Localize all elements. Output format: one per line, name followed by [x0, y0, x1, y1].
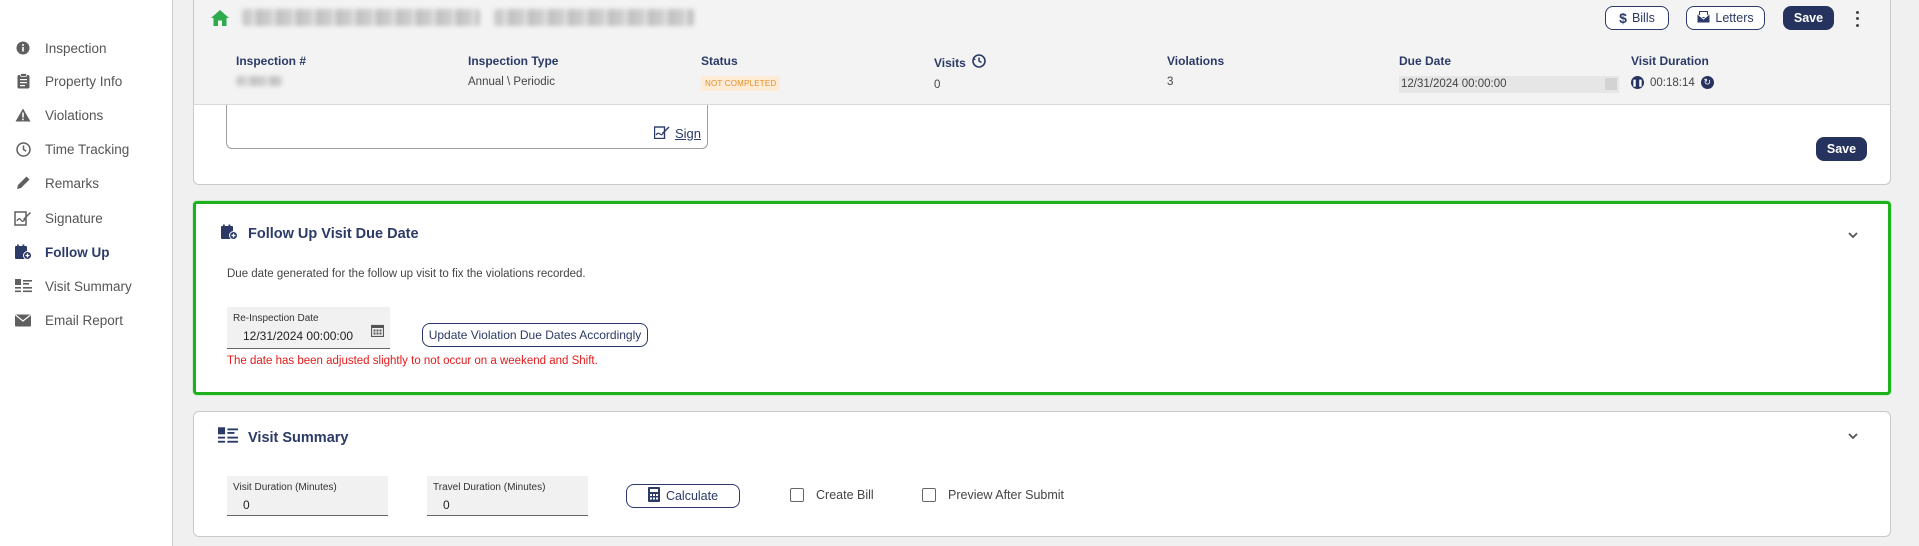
inspection-header: $ Bills Letters Save Inspection # Inspec…	[193, 0, 1891, 105]
reset-icon[interactable]: ↻	[1700, 76, 1714, 89]
sidebar-item-remarks[interactable]: Remarks	[14, 171, 99, 195]
inspection-number: Inspection #	[236, 54, 306, 100]
home-icon[interactable]	[210, 9, 230, 27]
chevron-down-icon[interactable]	[1846, 429, 1860, 443]
sidebar-item-label: Property Info	[45, 73, 123, 89]
update-violation-due-dates-button[interactable]: Update Violation Due Dates Accordingly	[422, 323, 648, 347]
signature-save-button[interactable]: Save	[1816, 137, 1867, 161]
create-bill-checkbox[interactable]: Create Bill	[790, 488, 874, 502]
sidebar-item-inspection[interactable]: Inspection	[14, 36, 107, 60]
visits-count: Visits 0	[934, 54, 986, 100]
due-date: Due Date 12/31/2024 00:00:00	[1399, 54, 1619, 100]
status-badge: NOT COMPLETED	[701, 76, 781, 91]
signature-icon	[14, 209, 32, 227]
sidebar-item-property-info[interactable]: Property Info	[14, 69, 122, 93]
list-icon	[14, 277, 32, 295]
due-date-field: 12/31/2024 00:00:00	[1399, 76, 1619, 93]
clock-icon	[14, 140, 32, 158]
calendar-plus-icon	[220, 224, 238, 244]
preview-after-submit-checkbox[interactable]: Preview After Submit	[922, 488, 1064, 502]
calendar-icon[interactable]	[370, 324, 385, 338]
sign-link[interactable]: Sign	[653, 125, 701, 142]
list-icon	[218, 427, 238, 448]
visit-duration-field[interactable]: Visit Duration (Minutes) 0	[227, 476, 388, 516]
visit-duration: Visit Duration ❚❚ 00:18:14 ↻	[1631, 54, 1714, 100]
sidebar-item-email-report[interactable]: Email Report	[14, 308, 123, 332]
travel-duration-field[interactable]: Travel Duration (Minutes) 0	[427, 476, 588, 516]
sign-icon	[653, 125, 670, 142]
warning-icon	[14, 106, 32, 124]
calendar-plus-icon	[14, 243, 32, 261]
sidebar-item-label: Follow Up	[45, 244, 110, 260]
letter-icon	[1697, 10, 1711, 26]
visit-summary-panel: Visit Summary Visit Duration (Minutes) 0…	[193, 411, 1891, 537]
redacted-address-detail	[494, 9, 694, 26]
signature-box[interactable]: Sign	[226, 105, 708, 149]
sidebar-item-label: Visit Summary	[45, 278, 132, 294]
sidebar-item-label: Inspection	[45, 40, 107, 56]
follow-up-title: Follow Up Visit Due Date	[220, 224, 419, 244]
follow-up-panel: Follow Up Visit Due Date Due date genera…	[193, 201, 1891, 395]
more-options-icon[interactable]	[1851, 9, 1863, 29]
sidebar-item-label: Time Tracking	[45, 141, 130, 157]
redacted-address	[242, 9, 480, 26]
sidebar-item-follow-up[interactable]: Follow Up	[14, 240, 110, 264]
chevron-down-icon[interactable]	[1846, 228, 1860, 242]
follow-up-description: Due date generated for the follow up vis…	[227, 268, 586, 280]
sidebar-item-label: Remarks	[45, 175, 100, 191]
history-icon[interactable]	[972, 54, 986, 71]
visit-summary-title: Visit Summary	[218, 427, 348, 448]
dollar-icon: $	[1619, 10, 1627, 26]
sidebar-item-label: Signature	[45, 210, 103, 226]
date-adjusted-warning: The date has been adjusted slightly to n…	[227, 355, 598, 367]
letters-button[interactable]: Letters	[1686, 6, 1765, 30]
checkbox[interactable]	[922, 488, 936, 502]
envelope-icon	[14, 311, 32, 329]
info-icon	[14, 39, 32, 57]
pause-icon[interactable]: ❚❚	[1631, 76, 1644, 89]
clipboard-icon	[14, 72, 32, 90]
sidebar-item-time-tracking[interactable]: Time Tracking	[14, 137, 129, 161]
inspection-type: Inspection Type Annual \ Periodic	[468, 54, 559, 88]
sidebar-item-label: Violations	[45, 107, 104, 123]
sidebar: Inspection Property Info Violations Time…	[0, 0, 173, 546]
redacted-inspection-number	[236, 76, 282, 86]
violations-count: Violations 3	[1167, 54, 1225, 88]
sidebar-item-signature[interactable]: Signature	[14, 206, 103, 230]
signature-panel: Sign Save	[193, 105, 1891, 185]
calculator-icon	[647, 487, 660, 505]
calculate-button[interactable]: Calculate	[626, 484, 740, 508]
header-save-button[interactable]: Save	[1783, 6, 1834, 30]
reinspection-date-field[interactable]: Re-Inspection Date 12/31/2024 00:00:00	[227, 307, 390, 349]
sidebar-item-label: Email Report	[45, 312, 124, 328]
sidebar-item-violations[interactable]: Violations	[14, 103, 103, 127]
sidebar-item-visit-summary[interactable]: Visit Summary	[14, 274, 132, 298]
checkbox[interactable]	[790, 488, 804, 502]
pencil-icon	[14, 174, 32, 192]
inspection-status: Status NOT COMPLETED	[701, 54, 781, 100]
bills-button[interactable]: $ Bills	[1605, 6, 1669, 30]
